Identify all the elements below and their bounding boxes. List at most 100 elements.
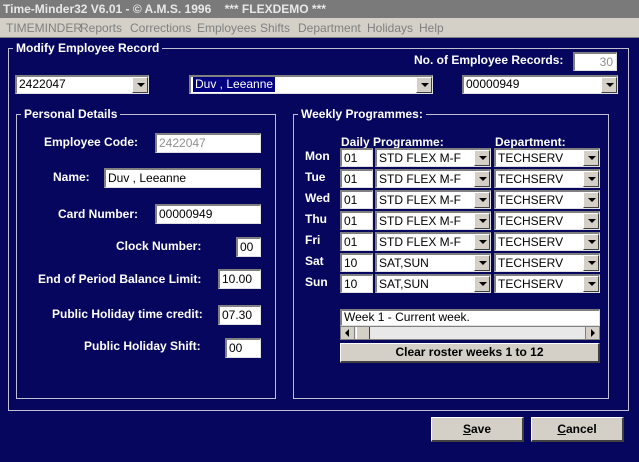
chevron-down-icon[interactable] bbox=[474, 171, 490, 187]
card-number-field[interactable]: 00000949 bbox=[155, 204, 261, 224]
department-header: Department: bbox=[495, 135, 566, 149]
chevron-down-icon[interactable] bbox=[583, 150, 599, 166]
ph-credit-label: Public Holiday time credit: bbox=[52, 307, 203, 321]
programme-code-field[interactable]: 01 bbox=[340, 148, 373, 167]
chevron-down-icon[interactable] bbox=[601, 77, 617, 93]
ph-shift-label: Public Holiday Shift: bbox=[84, 339, 201, 353]
chevron-down-icon[interactable] bbox=[583, 234, 599, 250]
menu-reports[interactable]: Reports bbox=[80, 21, 122, 35]
employee-code-select[interactable]: 2422047 bbox=[15, 75, 149, 94]
department-select[interactable]: TECHSERV bbox=[494, 169, 600, 188]
department-select-value: TECHSERV bbox=[498, 172, 564, 186]
programme-code-field[interactable]: 01 bbox=[340, 169, 373, 188]
daily-programme-select[interactable]: STD FLEX M-F bbox=[375, 190, 491, 209]
department-select[interactable]: TECHSERV bbox=[494, 253, 600, 272]
daily-programme-select[interactable]: STD FLEX M-F bbox=[375, 148, 491, 167]
department-select[interactable]: TECHSERV bbox=[494, 232, 600, 251]
cancel-label: ancel bbox=[565, 422, 597, 436]
card-number-select-value: 00000949 bbox=[466, 77, 520, 91]
daily-programme-select[interactable]: STD FLEX M-F bbox=[375, 169, 491, 188]
menu-employees[interactable]: Employees bbox=[197, 21, 256, 35]
clock-number-label: Clock Number: bbox=[116, 239, 202, 253]
daily-programme-header: Daily Programme: bbox=[341, 135, 444, 149]
scroll-right-icon[interactable] bbox=[585, 327, 599, 339]
department-select-value: TECHSERV bbox=[498, 235, 564, 249]
employee-name-select[interactable]: Duv , Leeanne bbox=[189, 75, 433, 94]
save-button[interactable]: Save bbox=[431, 417, 524, 442]
chevron-down-icon[interactable] bbox=[583, 171, 599, 187]
eop-balance-field[interactable]: 10.00 bbox=[218, 269, 261, 289]
chevron-down-icon[interactable] bbox=[474, 255, 490, 271]
modify-employee-legend: Modify Employee Record bbox=[13, 41, 163, 55]
clock-number-field[interactable]: 00 bbox=[236, 237, 261, 257]
card-number-label: Card Number: bbox=[58, 207, 139, 221]
employee-code-field[interactable]: 2422047 bbox=[155, 133, 261, 153]
chevron-down-icon[interactable] bbox=[474, 276, 490, 292]
chevron-down-icon[interactable] bbox=[474, 213, 490, 229]
save-label: ave bbox=[470, 422, 492, 436]
chevron-down-icon[interactable] bbox=[474, 150, 490, 166]
daily-programme-select-value: STD FLEX M-F bbox=[379, 235, 462, 249]
daily-programme-select-value: STD FLEX M-F bbox=[379, 214, 462, 228]
employee-code-select-value: 2422047 bbox=[19, 77, 66, 91]
menu-timeminder[interactable]: TIMEMINDER bbox=[6, 21, 82, 35]
chevron-down-icon[interactable] bbox=[583, 276, 599, 292]
daily-programme-select[interactable]: STD FLEX M-F bbox=[375, 211, 491, 230]
weekly-programmes-legend: Weekly Programmes: bbox=[298, 107, 426, 121]
chevron-down-icon[interactable] bbox=[132, 77, 148, 93]
daily-programme-select[interactable]: SAT,SUN bbox=[375, 274, 491, 293]
eop-balance-label: End of Period Balance Limit: bbox=[38, 272, 202, 286]
programme-code-field[interactable]: 01 bbox=[340, 232, 373, 251]
day-label: Sun bbox=[305, 275, 328, 289]
department-select-value: TECHSERV bbox=[498, 256, 564, 270]
cancel-accesskey: C bbox=[557, 422, 566, 436]
department-select-value: TECHSERV bbox=[498, 151, 564, 165]
scroll-left-icon[interactable] bbox=[341, 327, 355, 339]
department-select[interactable]: TECHSERV bbox=[494, 274, 600, 293]
employee-name-select-value: Duv , Leeanne bbox=[193, 77, 276, 92]
cancel-button[interactable]: Cancel bbox=[531, 417, 624, 442]
programme-code-field[interactable]: 01 bbox=[340, 211, 373, 230]
programme-code-field[interactable]: 01 bbox=[340, 190, 373, 209]
programme-code-field[interactable]: 10 bbox=[340, 274, 373, 293]
employee-code-label: Employee Code: bbox=[44, 135, 139, 149]
week-selector-field[interactable]: Week 1 - Current week. bbox=[340, 309, 600, 326]
records-count-field: 30 bbox=[573, 52, 617, 71]
title-bar: Time-Minder32 V6.01 - © A.M.S. 1996 *** … bbox=[0, 0, 639, 18]
week-scrollbar[interactable] bbox=[340, 326, 600, 340]
day-label: Tue bbox=[305, 170, 326, 184]
department-select[interactable]: TECHSERV bbox=[494, 190, 600, 209]
department-select-value: TECHSERV bbox=[498, 193, 564, 207]
chevron-down-icon[interactable] bbox=[416, 77, 432, 93]
department-select-value: TECHSERV bbox=[498, 277, 564, 291]
menu-help[interactable]: Help bbox=[419, 21, 444, 35]
ph-shift-field[interactable]: 00 bbox=[225, 338, 261, 358]
menu-department[interactable]: Department bbox=[298, 21, 361, 35]
name-field[interactable]: Duv , Leeanne bbox=[104, 168, 261, 188]
chevron-down-icon[interactable] bbox=[474, 234, 490, 250]
menu-shifts[interactable]: Shifts bbox=[260, 21, 290, 35]
chevron-down-icon[interactable] bbox=[583, 255, 599, 271]
day-label: Sat bbox=[305, 254, 324, 268]
app-window: Time-Minder32 V6.01 - © A.M.S. 1996 *** … bbox=[0, 0, 639, 462]
ph-credit-field[interactable]: 07.30 bbox=[218, 305, 261, 325]
scroll-thumb[interactable] bbox=[356, 327, 370, 339]
daily-programme-select-value: SAT,SUN bbox=[379, 277, 429, 291]
daily-programme-select[interactable]: STD FLEX M-F bbox=[375, 232, 491, 251]
name-label: Name: bbox=[53, 170, 90, 184]
daily-programme-select-value: STD FLEX M-F bbox=[379, 151, 462, 165]
department-select[interactable]: TECHSERV bbox=[494, 211, 600, 230]
daily-programme-select-value: SAT,SUN bbox=[379, 256, 429, 270]
chevron-down-icon[interactable] bbox=[583, 213, 599, 229]
menu-bar: TIMEMINDER Reports Corrections Employees… bbox=[0, 18, 639, 38]
chevron-down-icon[interactable] bbox=[583, 192, 599, 208]
personal-details-legend: Personal Details bbox=[21, 107, 121, 121]
chevron-down-icon[interactable] bbox=[474, 192, 490, 208]
daily-programme-select[interactable]: SAT,SUN bbox=[375, 253, 491, 272]
clear-roster-button[interactable]: Clear roster weeks 1 to 12 bbox=[340, 343, 600, 363]
menu-corrections[interactable]: Corrections bbox=[130, 21, 191, 35]
department-select[interactable]: TECHSERV bbox=[494, 148, 600, 167]
menu-holidays[interactable]: Holidays bbox=[367, 21, 413, 35]
programme-code-field[interactable]: 10 bbox=[340, 253, 373, 272]
card-number-select[interactable]: 00000949 bbox=[462, 75, 618, 94]
